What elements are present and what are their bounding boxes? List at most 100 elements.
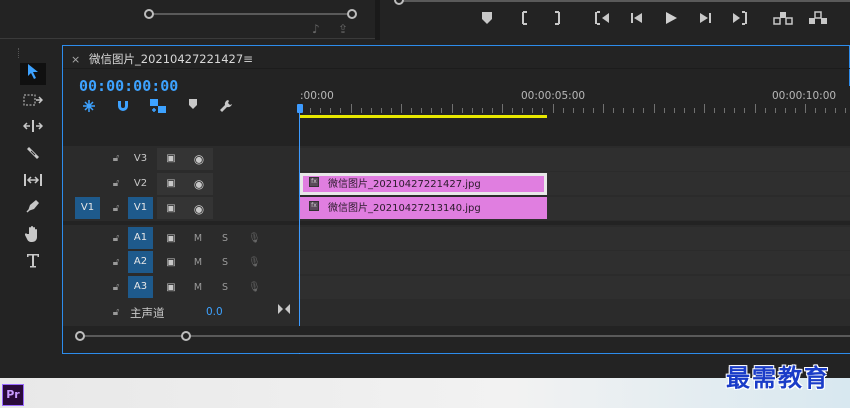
wrench-icon [220,100,232,112]
play-button[interactable] [660,11,682,29]
add-timeline-marker-button[interactable] [184,98,202,116]
track-row-a1[interactable] [298,227,850,250]
program-scroll-handle[interactable] [394,0,404,5]
ruler-tick [734,108,735,113]
sync-lock-icon[interactable]: ▣ [164,257,178,269]
playhead-handle[interactable] [297,104,303,113]
solo-button-a2[interactable]: S [218,257,232,269]
sync-lock-icon[interactable]: ▣ [164,282,178,294]
type-tool-button[interactable] [20,252,46,274]
ruler-tick [472,108,473,113]
go-to-out-icon [733,11,747,25]
timeline-zoom-scrollbar-track[interactable] [80,335,850,337]
track-select-icon [23,94,44,106]
master-volume-value[interactable]: 0.0 [206,306,223,318]
source-scroll-right-handle[interactable] [347,9,357,19]
ruler-label-5s: 00:00:05:00 [521,90,586,102]
video-audio-divider[interactable] [63,221,850,225]
go-to-in-button[interactable] [591,11,613,29]
track-target-a1[interactable]: A1 [128,227,153,249]
play-icon [666,12,677,24]
selection-tool-button[interactable] [20,63,46,85]
close-sequence-tab-button[interactable]: × [71,53,80,66]
track-target-v3[interactable]: V3 [128,148,153,170]
source-zoom-scrollbar-track[interactable] [148,13,354,15]
go-to-out-button[interactable] [729,11,751,29]
track-target-a2[interactable]: A2 [128,251,153,273]
ruler-tick [603,104,604,113]
track-target-a3[interactable]: A3 [128,276,153,298]
sync-lock-icon[interactable]: ▣ [164,203,178,215]
pen-tool-button[interactable] [20,198,46,220]
playhead-timecode[interactable]: 00:00:00:00 [79,77,178,95]
eye-icon[interactable]: ◉ [192,153,206,165]
lock-icon[interactable]: 🔓︎ [111,153,121,165]
microphone-icon[interactable]: 🎙︎ [248,256,261,270]
lock-icon[interactable]: 🔓︎ [111,257,121,269]
eye-icon[interactable]: ◉ [192,178,206,190]
track-row-master[interactable] [298,300,850,326]
solo-button-a1[interactable]: S [218,233,232,245]
panel-menu-icon[interactable]: ≡ [243,52,253,66]
solo-button-a3[interactable]: S [218,282,232,294]
marker-icon [482,12,492,24]
lift-button[interactable] [772,11,794,29]
lock-icon[interactable]: 🔓︎ [111,178,121,190]
track-row-a2[interactable] [298,251,850,274]
ruler-label-start: :00:00 [300,90,334,102]
premiere-app-logo[interactable]: Pr [2,384,24,406]
program-zoom-scrollbar-track[interactable] [398,0,850,2]
add-marker-button[interactable] [476,11,498,29]
microphone-icon[interactable]: 🎙︎ [248,232,261,246]
lock-icon[interactable]: 🔓︎ [111,203,121,215]
eye-icon[interactable]: ◉ [192,203,206,215]
mark-in-button[interactable] [514,11,536,29]
track-target-v1[interactable]: V1 [128,197,153,219]
timeline-settings-button[interactable] [217,98,235,116]
timeline-scroll-right-handle[interactable] [181,331,191,341]
tools-grip[interactable] [18,48,21,58]
mute-button-a3[interactable]: M [191,282,205,294]
track-row-v3[interactable] [298,148,850,171]
playhead-line[interactable] [299,108,300,354]
slip-tool-button[interactable] [20,171,46,193]
timeline-scroll-left-handle[interactable] [75,331,85,341]
track-target-v2[interactable]: V2 [128,173,153,195]
source-patch-v1[interactable]: V1 [75,197,100,219]
ruler-tick [502,104,503,113]
track-select-tool-button[interactable] [20,91,46,113]
razor-tool-button[interactable] [20,145,46,167]
mute-button-a2[interactable]: M [191,257,205,269]
lock-icon[interactable]: 🔓︎ [111,282,121,294]
sync-lock-icon[interactable]: ▣ [164,153,178,165]
mute-button-a1[interactable]: M [191,233,205,245]
linked-selection-icon [150,99,166,113]
export-frame-icon[interactable]: ⇪ [338,22,348,36]
track-row-a3[interactable] [298,276,850,299]
nest-toggle-button[interactable] [80,98,98,116]
step-back-button[interactable] [625,11,647,29]
hand-tool-button[interactable] [20,225,46,247]
step-forward-button[interactable] [695,11,717,29]
ruler-label-10s: 00:00:10:00 [772,90,837,102]
linked-selection-button[interactable] [149,98,167,116]
ruler-tick [381,108,382,113]
pointer-note-icon[interactable]: ♪ [312,22,320,36]
extract-button[interactable] [807,11,829,29]
snap-toggle-button[interactable] [114,98,132,116]
ruler-tick [845,108,846,113]
mark-out-button[interactable] [546,11,568,29]
sync-lock-icon[interactable]: ▣ [164,233,178,245]
ripple-edit-tool-button[interactable] [20,117,46,139]
ruler-tick [421,108,422,113]
go-to-edge-icon[interactable] [277,303,291,318]
lock-icon[interactable]: 🔓︎ [111,307,121,319]
lock-icon[interactable]: 🔓︎ [111,233,121,245]
ruler-tick [724,108,725,113]
work-area-bar[interactable] [300,115,547,118]
microphone-icon[interactable]: 🎙︎ [248,281,261,295]
pen-icon [26,200,39,213]
source-scroll-left-handle[interactable] [144,9,154,19]
sync-lock-icon[interactable]: ▣ [164,178,178,190]
sequence-tab-title[interactable]: 微信图片_20210427221427 [89,51,243,67]
